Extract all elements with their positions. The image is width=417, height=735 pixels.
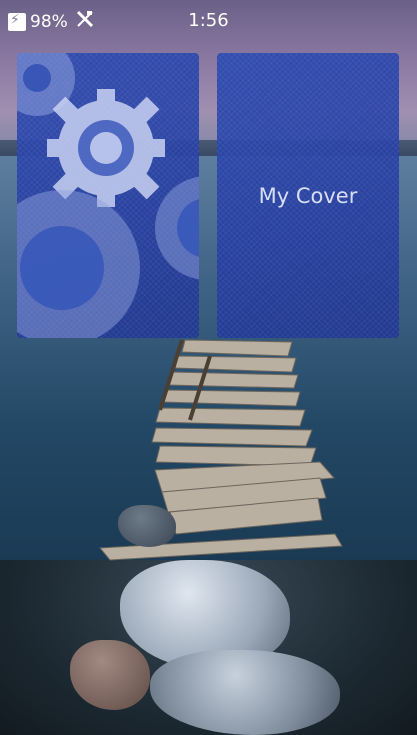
clock: 1:56: [188, 10, 229, 31]
settings-cover[interactable]: [17, 53, 199, 338]
status-bar: 98% 1:56: [0, 0, 417, 42]
gears-icon: [17, 53, 199, 338]
my-cover[interactable]: My Cover: [217, 53, 399, 338]
cover-title: My Cover: [258, 184, 358, 208]
